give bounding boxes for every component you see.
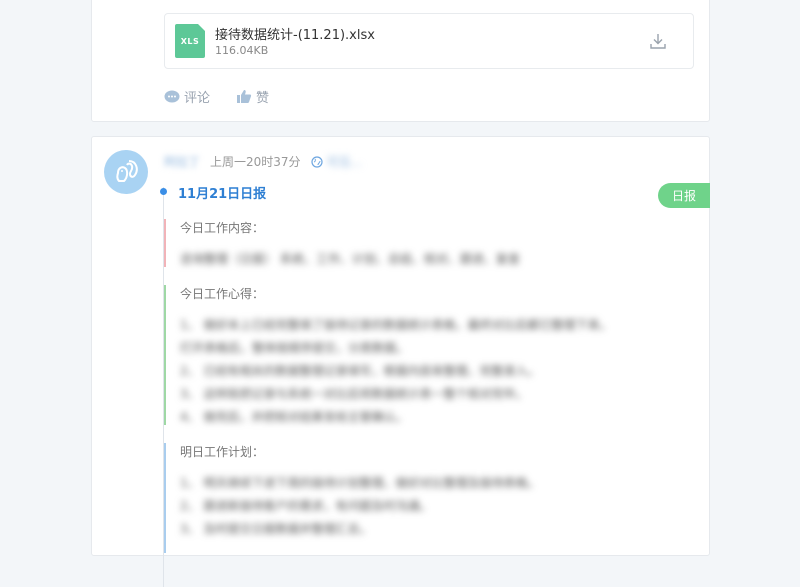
thumbs-up-icon [237, 90, 252, 103]
like-button[interactable]: 赞 [236, 87, 269, 106]
section-today-work: 今日工作内容： 咨询整理（日报） 系统、工作、计划、总结、核对、跟进、复查 [164, 219, 684, 267]
xls-file-icon: XLS [175, 24, 205, 58]
post-time: 上周一20时37分 [210, 155, 301, 169]
attachment-file-size: 116.04KB [215, 44, 269, 57]
section-tomorrow-plan: 明日工作计划： 1、 明天继续下进下周的接待计划整理，做好对比整理及接待表格。 … [164, 443, 684, 553]
section-line: 4、 做完后，并把核对结果发给主管确认。 [180, 410, 408, 424]
attachment-card[interactable]: XLS 接待数据统计-(11.21).xlsx 116.04KB [164, 13, 694, 69]
comment-icon [164, 90, 180, 102]
daily-report-card: 阿拉丁 上周一20时37分 可见... 11月21日日报 日报 今日工作内容： … [91, 136, 710, 587]
section-line: 咨询整理（日报） 系统、工作、计划、总结、核对、跟进、复查 [180, 252, 520, 266]
section-line: 2、 跟进新接待客户的需求，有问题及时沟通。 [180, 499, 432, 513]
report-title[interactable]: 11月21日日报 [178, 183, 266, 202]
section-today-insights: 今日工作心得： 1、 做好本上已经完整填了接待记录的数据统计表格，最终对比后都已… [164, 285, 684, 425]
section-line: 1、 做好本上已经完整填了接待记录的数据统计表格，最终对比后都已整理下来。 [180, 318, 612, 332]
squirrel-avatar-icon [116, 160, 138, 182]
like-label: 赞 [256, 91, 270, 106]
visibility-label: 可见... [326, 155, 363, 169]
visibility-scope[interactable]: 可见... [310, 153, 363, 170]
section-label: 今日工作心得： [180, 287, 265, 301]
report-type-badge: 日报 [658, 183, 710, 208]
download-icon[interactable] [649, 32, 667, 50]
comment-button[interactable]: 评论 [164, 87, 210, 106]
section-line: 1、 明天继续下进下周的接待计划整理，做好对比整理及接待表格。 [180, 476, 540, 490]
section-line: 3、 这样既把记录与系统一对比后将数据统计表一整个核对完毕。 [180, 387, 528, 401]
comment-label: 评论 [184, 91, 211, 106]
section-line: 打开表格后，整体按顺序提交，分类数据。 [180, 341, 409, 355]
section-label: 明日工作计划： [180, 445, 265, 459]
section-line: 2、 已经有相关的数据整理记录填写，根据内容来整理，完整录入。 [180, 364, 540, 378]
timeline-dot [160, 188, 167, 195]
attachment-file-name[interactable]: 接待数据统计-(11.21).xlsx [215, 24, 375, 43]
globe-icon [310, 155, 323, 168]
section-label: 今日工作内容： [180, 221, 265, 235]
avatar[interactable] [104, 150, 148, 194]
author-name[interactable]: 阿拉丁 [164, 153, 200, 170]
post-card: XLS 接待数据统计-(11.21).xlsx 116.04KB 评论 赞 [91, 0, 710, 122]
